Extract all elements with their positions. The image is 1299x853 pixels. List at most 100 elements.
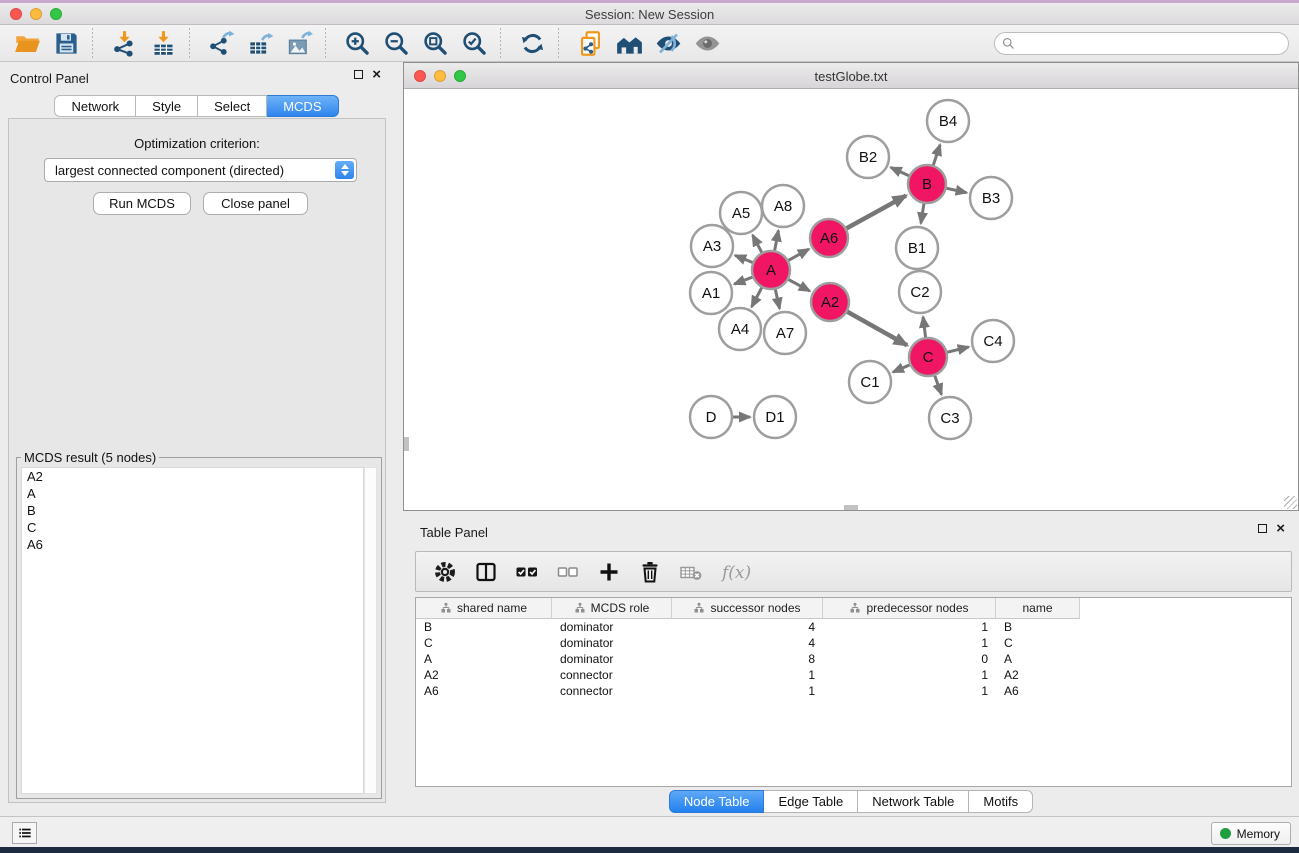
graph-node-D[interactable]: D — [690, 396, 732, 438]
table-settings-button[interactable] — [433, 560, 457, 584]
graph-node-A1[interactable]: A1 — [690, 272, 732, 314]
import-network-button[interactable] — [107, 27, 141, 59]
mcds-result-item[interactable]: A2 — [22, 468, 363, 485]
float-panel-icon[interactable] — [354, 70, 363, 79]
window-resize-grip[interactable] — [1284, 496, 1297, 509]
column-header-predecessor-nodes[interactable]: predecessor nodes — [823, 598, 996, 619]
graph-node-A5[interactable]: A5 — [720, 192, 762, 234]
unselect-all-columns-button[interactable] — [556, 560, 580, 584]
table-cell[interactable]: 4 — [672, 635, 823, 651]
graph-node-A2[interactable]: A2 — [811, 283, 849, 321]
table-cell[interactable]: A6 — [416, 683, 552, 699]
table-cell[interactable]: 1 — [823, 683, 996, 699]
delete-column-button[interactable] — [638, 560, 662, 584]
create-column-button[interactable] — [597, 560, 621, 584]
status-menu-button[interactable] — [12, 822, 37, 844]
table-row[interactable]: A2connector11A2 — [416, 667, 1291, 683]
graph-node-A8[interactable]: A8 — [762, 185, 804, 227]
show-graphics-details-button[interactable] — [690, 27, 724, 59]
open-file-button[interactable] — [10, 27, 44, 59]
graph-node-C4[interactable]: C4 — [972, 320, 1014, 362]
table-cell[interactable]: B — [996, 619, 1080, 635]
close-panel-button[interactable]: Close panel — [203, 192, 308, 215]
mcds-result-item[interactable]: B — [22, 502, 363, 519]
refresh-network-button[interactable] — [515, 27, 549, 59]
table-cell[interactable]: A — [416, 651, 552, 667]
tab-network-table[interactable]: Network Table — [858, 790, 969, 813]
clone-network-button[interactable] — [573, 27, 607, 59]
optimization-criterion-dropdown[interactable]: largest connected component (directed) — [44, 158, 357, 182]
export-network-button[interactable] — [204, 27, 238, 59]
network-graph[interactable]: AA1A2A3A4A5A6A7A8BB1B2B3B4CC1C2C3C4DD1 — [404, 89, 1298, 510]
table-cell[interactable]: dominator — [552, 651, 672, 667]
graph-node-A4[interactable]: A4 — [719, 308, 761, 350]
column-header-successor-nodes[interactable]: successor nodes — [672, 598, 823, 619]
table-cell[interactable]: 1 — [823, 667, 996, 683]
table-cell[interactable]: 4 — [672, 619, 823, 635]
table-cell[interactable]: connector — [552, 683, 672, 699]
graph-node-B[interactable]: B — [908, 165, 946, 203]
first-neighbors-button[interactable] — [612, 27, 646, 59]
tab-edge-table[interactable]: Edge Table — [764, 790, 858, 813]
table-row[interactable]: Bdominator41B — [416, 619, 1291, 635]
table-cell[interactable]: 1 — [672, 667, 823, 683]
search-input[interactable] — [994, 32, 1289, 55]
hide-visual-properties-button[interactable] — [651, 27, 685, 59]
table-cell[interactable]: 8 — [672, 651, 823, 667]
import-table-button[interactable] — [146, 27, 180, 59]
table-cell[interactable]: 1 — [672, 683, 823, 699]
tab-style[interactable]: Style — [136, 95, 198, 117]
table-cell[interactable]: A2 — [416, 667, 552, 683]
split-panel-button[interactable] — [474, 560, 498, 584]
horizontal-scroll-nub[interactable] — [844, 505, 858, 510]
table-cell[interactable]: A2 — [996, 667, 1080, 683]
result-list-scrollbar[interactable] — [364, 467, 377, 794]
graph-node-C3[interactable]: C3 — [929, 397, 971, 439]
table-cell[interactable]: 1 — [823, 619, 996, 635]
tab-node-table[interactable]: Node Table — [669, 790, 765, 813]
table-cell[interactable]: C — [416, 635, 552, 651]
table-cell[interactable]: 0 — [823, 651, 996, 667]
table-cell[interactable]: dominator — [552, 635, 672, 651]
table-row[interactable]: A6connector11A6 — [416, 683, 1291, 699]
graph-node-B3[interactable]: B3 — [970, 177, 1012, 219]
graph-node-C2[interactable]: C2 — [899, 271, 941, 313]
graph-node-D1[interactable]: D1 — [754, 396, 796, 438]
memory-button[interactable]: Memory — [1211, 822, 1291, 845]
mcds-result-item[interactable]: A6 — [22, 536, 363, 553]
column-header-mcds-role[interactable]: MCDS role — [552, 598, 672, 619]
mcds-result-item[interactable]: A — [22, 485, 363, 502]
select-all-columns-button[interactable] — [515, 560, 539, 584]
export-table-button[interactable] — [243, 27, 277, 59]
table-cell[interactable]: dominator — [552, 619, 672, 635]
table-row[interactable]: Adominator80A — [416, 651, 1291, 667]
table-cell[interactable]: A — [996, 651, 1080, 667]
mcds-result-item[interactable]: C — [22, 519, 363, 536]
save-session-button[interactable] — [49, 27, 83, 59]
graph-node-B4[interactable]: B4 — [927, 100, 969, 142]
zoom-out-button[interactable] — [379, 27, 413, 59]
tab-network[interactable]: Network — [54, 95, 136, 117]
tab-mcds[interactable]: MCDS — [267, 95, 338, 117]
graph-node-A6[interactable]: A6 — [810, 219, 848, 257]
tab-select[interactable]: Select — [198, 95, 267, 117]
table-cell[interactable]: C — [996, 635, 1080, 651]
table-row[interactable]: Cdominator41C — [416, 635, 1291, 651]
tab-motifs[interactable]: Motifs — [969, 790, 1033, 813]
graph-node-A7[interactable]: A7 — [764, 312, 806, 354]
zoom-selected-button[interactable] — [457, 27, 491, 59]
close-table-panel-icon[interactable]: × — [1276, 523, 1285, 534]
vertical-scroll-nub[interactable] — [404, 437, 409, 451]
graph-node-C[interactable]: C — [909, 338, 947, 376]
table-cell[interactable]: connector — [552, 667, 672, 683]
export-image-button[interactable] — [282, 27, 316, 59]
zoom-fit-button[interactable] — [418, 27, 452, 59]
close-panel-icon[interactable]: × — [372, 69, 381, 80]
graph-node-C1[interactable]: C1 — [849, 361, 891, 403]
float-table-panel-icon[interactable] — [1258, 524, 1267, 533]
column-header-shared-name[interactable]: shared name — [416, 598, 552, 619]
graph-node-A[interactable]: A — [752, 251, 790, 289]
mcds-result-list[interactable]: A2ABCA6 — [21, 467, 364, 794]
graph-node-B2[interactable]: B2 — [847, 136, 889, 178]
table-cell[interactable]: A6 — [996, 683, 1080, 699]
